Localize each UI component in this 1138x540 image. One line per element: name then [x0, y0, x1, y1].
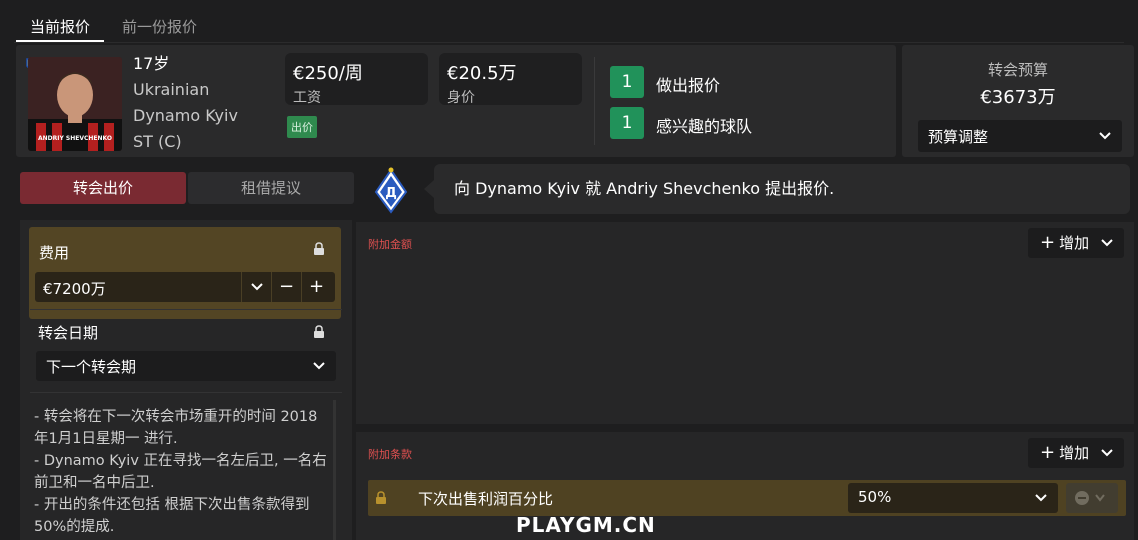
add-clause-label: 增加 — [1059, 444, 1090, 462]
add-clause-button[interactable]: + 增加 — [1028, 438, 1124, 468]
fee-block: 费用 €7200万 − + — [29, 227, 341, 319]
tabs-divider — [14, 42, 1124, 43]
clause-name: 下次出售利润百分比 — [418, 490, 554, 508]
lock-icon[interactable] — [313, 242, 325, 256]
lock-icon[interactable] — [313, 325, 325, 339]
interested-count: 1 — [610, 107, 644, 139]
tab-transfer-offer[interactable]: 转会出价 — [20, 172, 186, 204]
fee-value[interactable]: €7200万 — [43, 278, 106, 299]
fee-decrease-button[interactable]: − — [271, 272, 301, 302]
bonuses-panel: 附加金额 + 增加 — [356, 222, 1134, 424]
fee-label: 费用 — [39, 244, 70, 262]
player-club[interactable]: Dynamo Kyiv — [133, 103, 238, 129]
fee-input[interactable]: €7200万 − + — [35, 272, 335, 302]
player-info: 17岁 Ukrainian Dynamo Kyiv ST (C) — [133, 51, 238, 155]
add-bonus-button[interactable]: + 增加 — [1028, 228, 1124, 258]
transfer-date-select[interactable]: 下一个转会期 — [36, 351, 336, 381]
svg-text:Д: Д — [385, 186, 397, 201]
offer-message: 向 Dynamo Kyiv 就 Andriy Shevchenko 提出报价. — [434, 164, 1130, 214]
note-item: - Dynamo Kyiv 正在寻找一名左后卫, 一名右前卫和一名中后卫. — [34, 453, 327, 491]
value-label: 身价 — [447, 90, 475, 106]
player-age: 17岁 — [133, 54, 170, 73]
transfer-date-value: 下一个转会期 — [46, 358, 137, 376]
shirt-name: ANDRIY SHEVCHENKO — [37, 135, 113, 142]
club-crest-icon: Д — [374, 167, 408, 214]
clause-value: 50% — [858, 488, 892, 506]
minus-circle-icon — [1075, 491, 1105, 505]
divider — [30, 392, 342, 393]
chevron-down-icon — [1099, 132, 1111, 140]
player-nationality: Ukrainian — [133, 80, 210, 99]
player-portrait: ANDRIY SHEVCHENKO — [28, 57, 122, 151]
watermark: PLAYGM.CN — [516, 513, 656, 537]
chevron-down-icon — [313, 362, 325, 370]
chevron-down-icon — [1101, 239, 1113, 247]
divider — [30, 309, 342, 310]
budget-label: 转会预算 — [987, 61, 1048, 79]
wage-label: 工资 — [293, 90, 321, 106]
player-position: ST (C) — [133, 132, 182, 151]
budget-value: €3673万 — [980, 87, 1056, 108]
clauses-panel: 附加条款 + 增加 下次出售利润百分比 50% — [356, 432, 1134, 540]
chevron-down-icon — [1035, 494, 1047, 502]
offers-label[interactable]: 做出报价 — [656, 72, 720, 96]
bonuses-title: 附加金额 — [368, 238, 412, 251]
clause-row: 下次出售利润百分比 50% — [368, 480, 1126, 516]
wage-box: €250/周 工资 — [285, 53, 428, 106]
note-item: - 转会将在下一次转会市场重开的时间 2018年1月1日星期一 进行. — [34, 409, 318, 447]
budget-adjust-label: 预算调整 — [928, 128, 989, 146]
value-box: €20.5万 身价 — [439, 53, 582, 106]
fee-dropdown-button[interactable] — [241, 272, 271, 302]
notes-scrollbar[interactable] — [333, 400, 336, 540]
player-card: ANDRIY SHEVCHENKO 17岁 Ukrainian Dynamo K… — [16, 45, 896, 157]
interested-label[interactable]: 感兴趣的球队 — [656, 113, 752, 137]
budget-adjust-select[interactable]: 预算调整 — [918, 120, 1122, 152]
note-item: - 开出的条件还包括 根据下次出售条款得到50%的提成. — [34, 497, 310, 535]
wage-value: €250/周 — [293, 63, 363, 84]
fee-increase-button[interactable]: + — [301, 272, 331, 302]
add-bonus-label: 增加 — [1059, 234, 1090, 252]
plus-icon: + — [1040, 442, 1056, 463]
transfer-date-label: 转会日期 — [38, 324, 99, 342]
card-divider — [594, 57, 595, 145]
tab-loan-offer[interactable]: 租借提议 — [188, 172, 354, 204]
offer-notes: - 转会将在下一次转会市场重开的时间 2018年1月1日星期一 进行. - Dy… — [34, 406, 330, 538]
remove-clause-button[interactable] — [1066, 483, 1118, 513]
value-value: €20.5万 — [447, 63, 517, 84]
plus-icon: + — [1040, 232, 1056, 253]
chevron-down-icon — [1101, 449, 1113, 457]
chevron-down-icon — [250, 283, 263, 291]
clause-value-select[interactable]: 50% — [848, 483, 1058, 513]
speech-tail — [424, 180, 434, 198]
offer-terms-panel: 费用 €7200万 − + 转会日期 下一个转会期 - 转会将在下一次转会市场重… — [20, 220, 352, 540]
tab-previous-offer[interactable]: 前一份报价 — [108, 10, 211, 42]
offers-count: 1 — [610, 66, 644, 98]
lock-icon[interactable] — [375, 491, 387, 505]
tab-current-offer[interactable]: 当前报价 — [16, 10, 105, 42]
status-badge: 出价 — [287, 116, 317, 138]
budget-card: 转会预算 €3673万 预算调整 — [902, 45, 1134, 157]
clauses-title: 附加条款 — [368, 448, 412, 461]
